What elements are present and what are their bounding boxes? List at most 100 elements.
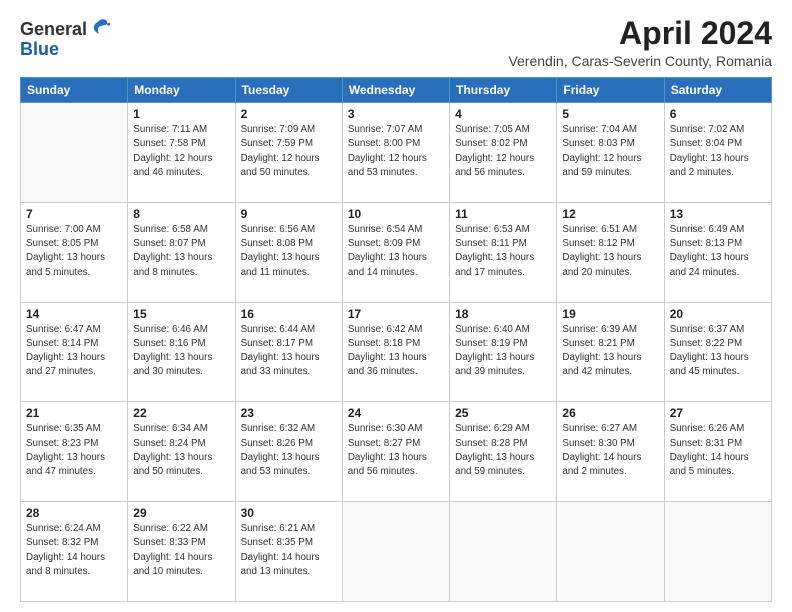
calendar-cell: 20 Sunrise: 6:37 AMSunset: 8:22 PMDayligh… [664, 302, 771, 402]
calendar-week-row: 14 Sunrise: 6:47 AMSunset: 8:14 PMDayligh… [21, 302, 772, 402]
calendar-cell: 2 Sunrise: 7:09 AMSunset: 7:59 PMDaylight… [235, 103, 342, 203]
day-number: 10 [348, 207, 444, 221]
day-number: 2 [241, 107, 337, 121]
calendar-week-row: 28 Sunrise: 6:24 AMSunset: 8:32 PMDayligh… [21, 502, 772, 602]
day-number: 8 [133, 207, 229, 221]
calendar-table: Sunday Monday Tuesday Wednesday Thursday… [20, 77, 772, 602]
day-info: Sunrise: 6:56 AMSunset: 8:08 PMDaylight:… [241, 223, 337, 280]
calendar-cell: 18 Sunrise: 6:40 AMSunset: 8:19 PMDayligh… [450, 302, 557, 402]
day-info: Sunrise: 6:27 AMSunset: 8:30 PMDaylight:… [562, 422, 658, 479]
calendar-cell: 11 Sunrise: 6:53 AMSunset: 8:11 PMDayligh… [450, 202, 557, 302]
calendar-cell: 8Sunrise: 6:58 AMSunset: 8:07 PMDaylight… [128, 202, 235, 302]
logo-blue-text: Blue [20, 39, 59, 60]
day-number: 6 [670, 107, 766, 121]
calendar-cell: 30Sunrise: 6:21 AMSunset: 8:35 PMDayligh… [235, 502, 342, 602]
day-info: Sunrise: 6:24 AMSunset: 8:32 PMDaylight:… [26, 522, 122, 579]
calendar-cell: 15 Sunrise: 6:46 AMSunset: 8:16 PMDayligh… [128, 302, 235, 402]
day-info: Sunrise: 6:26 AMSunset: 8:31 PMDaylight:… [670, 422, 766, 479]
calendar-week-row: 1Sunrise: 7:11 AMSunset: 7:58 PMDaylight… [21, 103, 772, 203]
calendar-cell: 16 Sunrise: 6:44 AMSunset: 8:17 PMDayligh… [235, 302, 342, 402]
calendar-cell: 24Sunrise: 6:30 AMSunset: 8:27 PMDayligh… [342, 402, 449, 502]
page: General Blue April 2024 Verendin, Caras-… [0, 0, 792, 612]
calendar-cell: 4Sunrise: 7:05 AMSunset: 8:02 PMDaylight… [450, 103, 557, 203]
day-number: 28 [26, 506, 122, 520]
title-area: April 2024 Verendin, Caras-Severin Count… [508, 16, 772, 69]
calendar-cell: 10 Sunrise: 6:54 AMSunset: 8:09 PMDayligh… [342, 202, 449, 302]
calendar-header-row: Sunday Monday Tuesday Wednesday Thursday… [21, 78, 772, 103]
calendar-cell: 19 Sunrise: 6:39 AMSunset: 8:21 PMDayligh… [557, 302, 664, 402]
day-number: 3 [348, 107, 444, 121]
day-number: 7 [26, 207, 122, 221]
day-number: 22 [133, 406, 229, 420]
day-number: 18 [455, 307, 551, 321]
logo-general-text: General [20, 19, 87, 40]
logo-bird-icon [89, 16, 111, 43]
day-number: 5 [562, 107, 658, 121]
day-info: Sunrise: 6:54 AMSunset: 8:09 PMDaylight:… [348, 223, 444, 280]
day-info: Sunrise: 7:09 AMSunset: 7:59 PMDaylight:… [241, 123, 337, 180]
day-number: 15 [133, 307, 229, 321]
calendar-cell [664, 502, 771, 602]
day-info: Sunrise: 6:22 AMSunset: 8:33 PMDaylight:… [133, 522, 229, 579]
calendar-cell: 25 Sunrise: 6:29 AMSunset: 8:28 PMDayligh… [450, 402, 557, 502]
calendar-cell [342, 502, 449, 602]
day-number: 25 [455, 406, 551, 420]
day-info: Sunrise: 6:30 AMSunset: 8:27 PMDaylight:… [348, 422, 444, 479]
day-info: Sunrise: 7:07 AMSunset: 8:00 PMDaylight:… [348, 123, 444, 180]
col-thursday: Thursday [450, 78, 557, 103]
day-info: Sunrise: 6:53 AMSunset: 8:11 PMDaylight:… [455, 223, 551, 280]
location-subtitle: Verendin, Caras-Severin County, Romania [508, 53, 772, 69]
day-info: Sunrise: 6:29 AMSunset: 8:28 PMDaylight:… [455, 422, 551, 479]
calendar-cell: 9Sunrise: 6:56 AMSunset: 8:08 PMDaylight… [235, 202, 342, 302]
header: General Blue April 2024 Verendin, Caras-… [20, 16, 772, 69]
calendar-cell: 28 Sunrise: 6:24 AMSunset: 8:32 PMDayligh… [21, 502, 128, 602]
day-number: 19 [562, 307, 658, 321]
day-info: Sunrise: 6:44 AMSunset: 8:17 PMDaylight:… [241, 323, 337, 380]
day-info: Sunrise: 6:46 AMSunset: 8:16 PMDaylight:… [133, 323, 229, 380]
calendar-cell: 12 Sunrise: 6:51 AMSunset: 8:12 PMDayligh… [557, 202, 664, 302]
calendar-cell: 7 Sunrise: 7:00 AMSunset: 8:05 PMDaylight… [21, 202, 128, 302]
calendar-cell: 14 Sunrise: 6:47 AMSunset: 8:14 PMDayligh… [21, 302, 128, 402]
logo: General Blue [20, 16, 111, 60]
day-info: Sunrise: 6:49 AMSunset: 8:13 PMDaylight:… [670, 223, 766, 280]
day-info: Sunrise: 6:51 AMSunset: 8:12 PMDaylight:… [562, 223, 658, 280]
day-info: Sunrise: 7:04 AMSunset: 8:03 PMDaylight:… [562, 123, 658, 180]
day-info: Sunrise: 6:40 AMSunset: 8:19 PMDaylight:… [455, 323, 551, 380]
calendar-cell: 3 Sunrise: 7:07 AMSunset: 8:00 PMDaylight… [342, 103, 449, 203]
calendar-cell: 5 Sunrise: 7:04 AMSunset: 8:03 PMDaylight… [557, 103, 664, 203]
calendar-cell: 21Sunrise: 6:35 AMSunset: 8:23 PMDayligh… [21, 402, 128, 502]
day-info: Sunrise: 6:35 AMSunset: 8:23 PMDaylight:… [26, 422, 122, 479]
month-title: April 2024 [508, 16, 772, 51]
day-number: 12 [562, 207, 658, 221]
day-info: Sunrise: 6:47 AMSunset: 8:14 PMDaylight:… [26, 323, 122, 380]
day-number: 27 [670, 406, 766, 420]
col-wednesday: Wednesday [342, 78, 449, 103]
calendar-cell: 26 Sunrise: 6:27 AMSunset: 8:30 PMDayligh… [557, 402, 664, 502]
day-number: 11 [455, 207, 551, 221]
calendar-cell: 6 Sunrise: 7:02 AMSunset: 8:04 PMDaylight… [664, 103, 771, 203]
calendar-cell: 23Sunrise: 6:32 AMSunset: 8:26 PMDayligh… [235, 402, 342, 502]
calendar-cell: 17Sunrise: 6:42 AMSunset: 8:18 PMDayligh… [342, 302, 449, 402]
day-info: Sunrise: 6:42 AMSunset: 8:18 PMDaylight:… [348, 323, 444, 380]
day-info: Sunrise: 7:02 AMSunset: 8:04 PMDaylight:… [670, 123, 766, 180]
calendar-cell: 1Sunrise: 7:11 AMSunset: 7:58 PMDaylight… [128, 103, 235, 203]
col-sunday: Sunday [21, 78, 128, 103]
day-number: 13 [670, 207, 766, 221]
col-monday: Monday [128, 78, 235, 103]
day-info: Sunrise: 6:32 AMSunset: 8:26 PMDaylight:… [241, 422, 337, 479]
day-number: 16 [241, 307, 337, 321]
day-number: 29 [133, 506, 229, 520]
day-info: Sunrise: 6:34 AMSunset: 8:24 PMDaylight:… [133, 422, 229, 479]
day-number: 20 [670, 307, 766, 321]
day-number: 26 [562, 406, 658, 420]
day-info: Sunrise: 6:39 AMSunset: 8:21 PMDaylight:… [562, 323, 658, 380]
day-info: Sunrise: 6:37 AMSunset: 8:22 PMDaylight:… [670, 323, 766, 380]
day-number: 14 [26, 307, 122, 321]
calendar-cell [21, 103, 128, 203]
col-tuesday: Tuesday [235, 78, 342, 103]
day-info: Sunrise: 7:00 AMSunset: 8:05 PMDaylight:… [26, 223, 122, 280]
calendar-cell: 27 Sunrise: 6:26 AMSunset: 8:31 PMDayligh… [664, 402, 771, 502]
calendar-cell: 13 Sunrise: 6:49 AMSunset: 8:13 PMDayligh… [664, 202, 771, 302]
day-number: 1 [133, 107, 229, 121]
calendar-week-row: 21Sunrise: 6:35 AMSunset: 8:23 PMDayligh… [21, 402, 772, 502]
